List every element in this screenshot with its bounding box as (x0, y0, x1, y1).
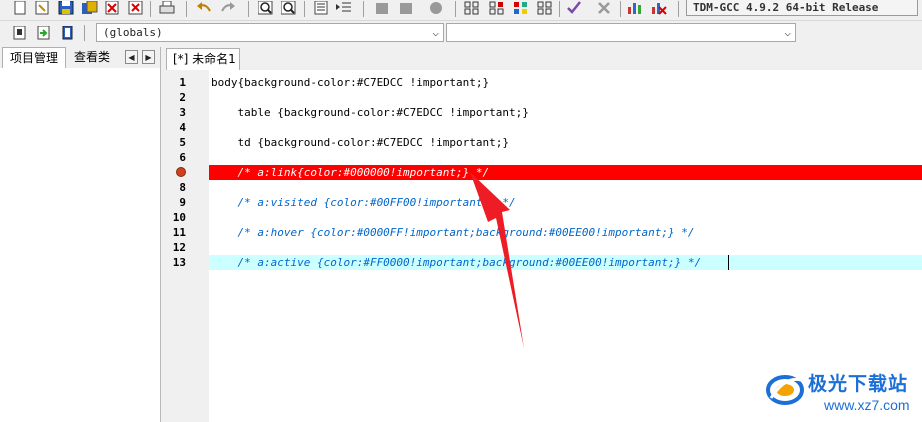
close-all-icon[interactable] (128, 0, 145, 15)
scope-select-value: (globals) (103, 26, 163, 39)
line-number: 1 (179, 76, 186, 89)
line-number: 3 (179, 106, 186, 119)
breakpoint-icon[interactable] (176, 167, 186, 177)
line-number: 12 (172, 241, 186, 254)
remove-icon[interactable] (596, 0, 613, 15)
new-project-icon[interactable] (464, 0, 481, 15)
open-file-icon[interactable] (34, 0, 51, 15)
check-syntax-icon[interactable] (566, 0, 583, 15)
run-icon[interactable] (398, 0, 415, 15)
tab-project-manager[interactable]: 项目管理 (2, 47, 66, 68)
line-number: 9 (179, 196, 186, 209)
line-number: 6 (179, 151, 186, 164)
code-line: td {background-color:#C7EDCC !important;… (211, 136, 510, 149)
watermark-logo-icon (766, 375, 804, 405)
tab-file[interactable]: [*] 未命名1 (166, 48, 240, 70)
redo-icon[interactable] (220, 0, 237, 15)
line-number: 4 (179, 121, 186, 134)
project-panel (0, 47, 161, 422)
editor-tab-bar (162, 47, 922, 70)
tab-scroll-left-button[interactable]: ◀ (125, 50, 138, 64)
watermark-url: www.xz7.com (824, 397, 910, 413)
line-number: 13 (172, 256, 186, 269)
profile-chart-icon[interactable] (627, 0, 644, 15)
chevron-down-icon: ⌵ (784, 26, 791, 39)
class-browser-icon[interactable] (537, 0, 554, 15)
undo-icon[interactable] (196, 0, 213, 15)
goto-bookmark-icon[interactable] (36, 25, 53, 40)
line-number: 8 (179, 181, 186, 194)
tab-class-view[interactable]: 查看类 (67, 47, 117, 68)
compiler-select[interactable]: TDM-GCC 4.9.2 64-bit Release (686, 0, 918, 16)
delete-profile-icon[interactable] (651, 0, 668, 15)
watermark-title: 极光下载站 (808, 373, 909, 395)
close-file-icon[interactable] (104, 0, 121, 15)
new-file-icon[interactable] (12, 0, 29, 15)
indent-icon[interactable] (336, 0, 353, 15)
debug-icon[interactable] (428, 0, 445, 15)
code-line: body{background-color:#C7EDCC !important… (211, 76, 490, 89)
find-icon[interactable] (257, 0, 275, 15)
scope-select[interactable]: (globals) ⌵ (96, 23, 444, 42)
main-toolbar: TDM-GCC 4.9.2 64-bit Release (0, 0, 922, 21)
project-options-icon[interactable] (513, 0, 530, 15)
chevron-down-icon: ⌵ (432, 26, 439, 39)
add-to-project-icon[interactable] (489, 0, 506, 15)
line-number: 10 (172, 211, 186, 224)
print-icon[interactable] (159, 0, 176, 15)
compile-icon[interactable] (374, 0, 391, 15)
bookmark-list-icon[interactable] (60, 25, 77, 40)
symbol-select[interactable]: ⌵ (446, 23, 796, 42)
annotation-arrow-icon (470, 172, 524, 348)
goto-line-icon[interactable] (313, 0, 330, 15)
line-number: 2 (179, 91, 186, 104)
tab-scroll-right-button[interactable]: ▶ (142, 50, 155, 64)
line-number: 11 (172, 226, 186, 239)
code-line: table {background-color:#C7EDCC !importa… (211, 106, 529, 119)
line-number: 5 (179, 136, 186, 149)
toggle-bookmark-icon[interactable] (12, 25, 29, 40)
text-caret (728, 255, 729, 270)
save-all-icon[interactable] (82, 0, 99, 15)
save-icon[interactable] (58, 0, 75, 15)
replace-icon[interactable] (280, 0, 298, 15)
